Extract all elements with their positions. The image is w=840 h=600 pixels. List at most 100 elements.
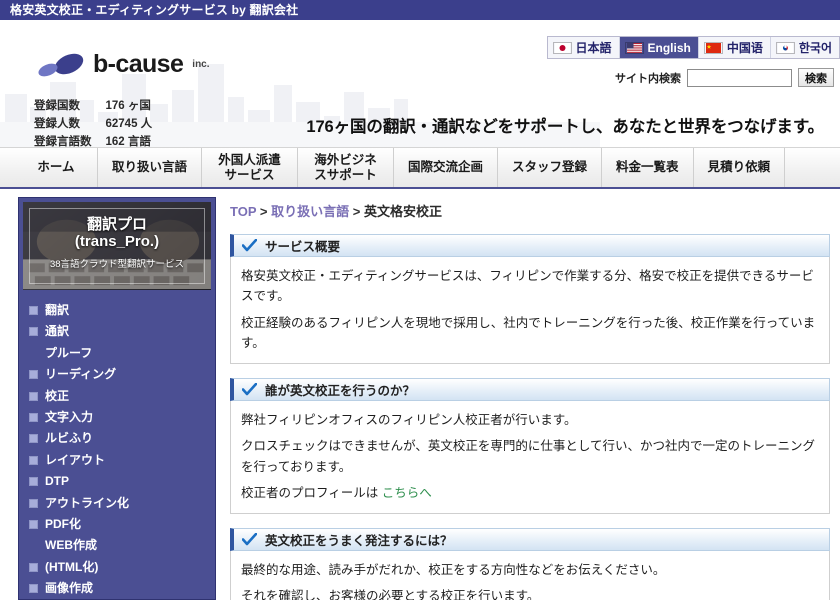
section-paragraph: 校正経験のあるフィリピン人を現地で採用し、社内でトレーニングを行った後、校正作業… xyxy=(241,313,819,354)
banner-line-3: 38言語クラウド型翻訳サービス xyxy=(23,256,211,270)
section-paragraph: それを確認し、お客様の必要とする校正を行います。 xyxy=(241,586,819,600)
breadcrumb-separator: > xyxy=(353,204,361,219)
site-logo[interactable]: b-cause inc. xyxy=(36,50,210,79)
site-search[interactable]: サイト内検索 検索 xyxy=(615,68,834,87)
sidebar-item-label: PDF化 xyxy=(45,516,81,533)
sidebar-item-label: プルーフ xyxy=(45,345,92,362)
section-header: 誰が英文校正を行うのか？ xyxy=(230,378,830,401)
breadcrumb-separator: > xyxy=(260,204,268,219)
logo-wordmark: b-cause xyxy=(93,50,183,79)
b-cause-logo-icon xyxy=(36,52,86,78)
nav-item-overseas-business[interactable]: 海外ビジネスサポート xyxy=(298,148,394,187)
nav-item-quote-request[interactable]: 見積り依頼 xyxy=(694,148,786,187)
sidebar-menu: 翻訳 通訳 プルーフ リーディング 校正 文字入力 xyxy=(19,296,215,600)
stat-value: 62745 人 xyxy=(106,114,153,132)
sidebar-item-label: 画像作成 xyxy=(45,580,93,597)
square-bullet-icon xyxy=(29,327,38,336)
section-paragraph: 弊社フィリピンオフィスのフィリピン人校正者が行います。 xyxy=(241,410,819,430)
sidebar-item-pdf[interactable]: PDF化 xyxy=(19,514,215,535)
stat-value: 162 言語 xyxy=(106,132,153,147)
site-header: b-cause inc. 日本語 English 中国语 xyxy=(0,20,840,147)
sidebar-item-interpretation[interactable]: 通訳 xyxy=(19,321,215,342)
section-title: サービス概要 xyxy=(265,236,340,255)
section-service-overview: サービス概要 格安英文校正・エディティングサービスは、フィリピンで作業する分、格… xyxy=(230,234,830,364)
square-bullet-icon xyxy=(29,413,38,422)
sidebar-item-layout[interactable]: レイアウト xyxy=(19,450,215,471)
square-bullet-icon xyxy=(29,392,38,401)
language-selector[interactable]: 日本語 English 中国语 한국어 xyxy=(547,36,840,59)
checkmark-icon xyxy=(242,383,257,396)
stat-label: 登録言語数 xyxy=(34,132,106,147)
language-tab-chinese[interactable]: 中国语 xyxy=(699,37,771,58)
section-header: 英文校正をうまく発注するには？ xyxy=(230,528,830,551)
logo-inc-suffix: inc. xyxy=(192,59,209,70)
sidebar-item-image-creation[interactable]: 画像作成 xyxy=(19,578,215,599)
language-label: 中国语 xyxy=(727,39,763,56)
nav-item-foreign-staffing[interactable]: 外国人派遣サービス xyxy=(202,148,298,187)
search-button[interactable]: 検索 xyxy=(798,68,834,87)
sidebar-item-data-entry[interactable]: 文字入力 xyxy=(19,407,215,428)
sidebar-item-label: レイアウト xyxy=(45,452,105,469)
language-label: 日本語 xyxy=(576,39,612,56)
sidebar-item-correction[interactable]: 校正 xyxy=(19,386,215,407)
breadcrumb[interactable]: TOP > 取り扱い言語 > 英文格安校正 xyxy=(230,201,830,220)
usa-flag-icon xyxy=(625,42,644,54)
nav-item-languages[interactable]: 取り扱い言語 xyxy=(98,148,202,187)
sidebar-item-label: ルビふり xyxy=(45,430,93,447)
section-how-to-order: 英文校正をうまく発注するには？ 最終的な用途、読み手がだれか、校正をする方向性な… xyxy=(230,528,830,600)
nav-item-price-list[interactable]: 料金一覧表 xyxy=(602,148,694,187)
sidebar-item-label: (HTML化) xyxy=(45,559,98,576)
language-tab-english[interactable]: English xyxy=(620,37,699,58)
nav-item-home[interactable]: ホーム xyxy=(14,148,98,187)
sidebar-item-translation[interactable]: 翻訳 xyxy=(19,300,215,321)
stat-value: 176 ヶ国 xyxy=(106,96,153,114)
stat-label: 登録国数 xyxy=(34,96,106,114)
square-bullet-icon xyxy=(29,477,38,486)
banner-line-1: 翻訳プロ xyxy=(23,216,211,233)
section-header: サービス概要 xyxy=(230,234,830,257)
sidebar-item-label: リーディング xyxy=(45,366,116,383)
search-input[interactable] xyxy=(687,69,792,87)
sidebar-item-dtp[interactable]: DTP xyxy=(19,471,215,492)
section-paragraph-with-link: 校正者のプロフィールは こちらへ xyxy=(241,483,819,503)
proofreader-profile-link[interactable]: こちらへ xyxy=(382,486,432,500)
sidebar-item-label: 文字入力 xyxy=(45,409,93,426)
korea-flag-icon xyxy=(776,42,795,54)
square-bullet-icon xyxy=(29,456,38,465)
section-who-proofreads: 誰が英文校正を行うのか？ 弊社フィリピンオフィスのフィリピン人校正者が行います。… xyxy=(230,378,830,514)
sidebar-item-web-creation-line2[interactable]: (HTML化) xyxy=(19,557,215,578)
section-paragraph: クロスチェックはできませんが、英文校正を専門的に仕事として行い、かつ社内で一定の… xyxy=(241,436,819,477)
sidebar-item-label: アウトライン化 xyxy=(45,495,129,512)
section-body: 格安英文校正・エディティングサービスは、フィリピンで作業する分、格安で校正を提供… xyxy=(230,257,830,364)
main-content: TOP > 取り扱い言語 > 英文格安校正 サービス概要 格安英文校正・エディテ… xyxy=(216,197,840,600)
stat-row: 登録人数 62745 人 xyxy=(34,114,152,132)
language-tab-japanese[interactable]: 日本語 xyxy=(548,37,620,58)
sidebar-item-label: 翻訳 xyxy=(45,302,69,319)
nav-item-staff-registration[interactable]: スタッフ登録 xyxy=(498,148,602,187)
square-bullet-icon xyxy=(29,306,38,315)
breadcrumb-current: 英文格安校正 xyxy=(364,204,442,219)
section-paragraph: 最終的な用途、読み手がだれか、校正をする方向性などをお伝えください。 xyxy=(241,560,819,580)
sidebar-item-ruby-annotation[interactable]: ルビふり xyxy=(19,428,215,449)
main-navigation[interactable]: ホーム 取り扱い言語 外国人派遣サービス 海外ビジネスサポート 国際交流企画 ス… xyxy=(0,147,840,189)
sidebar-item-label: DTP xyxy=(45,473,69,490)
nav-item-international-exchange[interactable]: 国際交流企画 xyxy=(394,148,498,187)
trans-pro-banner[interactable]: 翻訳プロ (trans_Pro.) 38言語クラウド型翻訳サービス xyxy=(23,202,211,290)
section-title: 英文校正をうまく発注するには？ xyxy=(265,530,453,549)
sidebar-item-label: 通訳 xyxy=(45,323,69,340)
breadcrumb-languages[interactable]: 取り扱い言語 xyxy=(271,204,349,219)
sidebar-item-outline[interactable]: アウトライン化 xyxy=(19,493,215,514)
registration-stats: 登録国数 176 ヶ国 登録人数 62745 人 登録言語数 162 言語 xyxy=(34,96,152,147)
sidebar-item-proofreading-line1[interactable]: プルーフ xyxy=(19,343,215,364)
banner-line-2: (trans_Pro.) xyxy=(23,233,211,250)
header-tagline: 176ヶ国の翻訳・通訳などをサポートし、あなたと世界をつなげます。 xyxy=(306,113,824,137)
language-label: English xyxy=(648,41,691,55)
square-bullet-icon xyxy=(29,584,38,593)
sidebar-item-proofreading-line2[interactable]: リーディング xyxy=(19,364,215,385)
sidebar-item-web-creation-line1[interactable]: WEB作成 xyxy=(19,535,215,556)
breadcrumb-top[interactable]: TOP xyxy=(230,204,256,219)
square-bullet-icon xyxy=(29,499,38,508)
section-body: 弊社フィリピンオフィスのフィリピン人校正者が行います。 クロスチェックはできませ… xyxy=(230,401,830,514)
language-tab-korean[interactable]: 한국어 xyxy=(771,37,839,58)
stat-label: 登録人数 xyxy=(34,114,106,132)
